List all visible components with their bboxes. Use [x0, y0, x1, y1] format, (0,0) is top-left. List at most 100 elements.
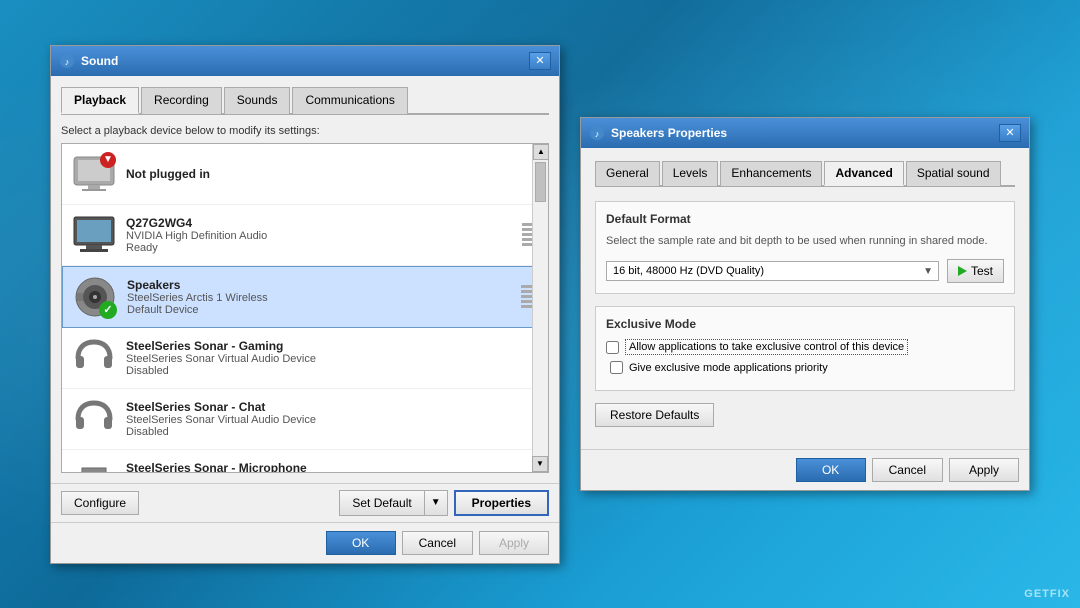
sound-apply-button[interactable]: Apply: [479, 531, 549, 555]
props-ok-button[interactable]: OK: [796, 458, 866, 482]
device-icon-speakers: ✓: [71, 273, 119, 321]
device-icon-sonar-mic: ▼: [70, 456, 118, 473]
device-info-sonar-gaming: SteelSeries Sonar - Gaming SteelSeries S…: [126, 339, 540, 377]
sound-cancel-button[interactable]: Cancel: [402, 531, 473, 555]
scrollbar-track[interactable]: ▲ ▼: [532, 144, 548, 472]
configure-button[interactable]: Configure: [61, 491, 139, 515]
device-info-sonar-chat: SteelSeries Sonar - Chat SteelSeries Son…: [126, 400, 540, 438]
props-tab-spatial[interactable]: Spatial sound: [906, 161, 1001, 186]
device-sonar-mic[interactable]: ▼ SteelSeries Sonar - Microphone SteelSe…: [62, 450, 548, 473]
close-button[interactable]: ✕: [529, 52, 551, 70]
sound-tab-bar: Playback Recording Sounds Communications: [61, 86, 549, 115]
device-status-sonar-gaming: Disabled: [126, 365, 540, 377]
badge-not-plugged: ▼: [100, 152, 116, 168]
device-status-speakers: Default Device: [127, 304, 521, 316]
set-default-arrow[interactable]: ▼: [424, 490, 448, 516]
exclusive-mode-section: Exclusive Mode Allow applications to tak…: [595, 306, 1015, 391]
test-btn-label: Test: [971, 264, 993, 278]
tab-sounds[interactable]: Sounds: [224, 87, 291, 114]
properties-button[interactable]: Properties: [454, 490, 549, 516]
exclusive-mode-label: Exclusive Mode: [606, 317, 1004, 331]
device-info-not-plugged: Not plugged in: [126, 167, 540, 181]
device-icon-q27: [70, 211, 118, 259]
default-format-section: Default Format Select the sample rate an…: [595, 201, 1015, 294]
test-button[interactable]: Test: [947, 259, 1004, 283]
device-list-label: Select a playback device below to modify…: [61, 125, 549, 137]
device-name-not-plugged: Not plugged in: [126, 167, 540, 181]
device-speakers[interactable]: ✓ Speakers SteelSeries Arctis 1 Wireless…: [62, 266, 548, 328]
device-detail-sonar-chat: SteelSeries Sonar Virtual Audio Device: [126, 414, 540, 426]
props-title-icon: ♪: [589, 125, 605, 141]
sound-dialog-content: Playback Recording Sounds Communications…: [51, 76, 559, 483]
props-title-text: Speakers Properties: [611, 126, 727, 140]
device-list-container[interactable]: ▼ Not plugged in Q27G2WG4: [61, 143, 549, 473]
allow-exclusive-row: Allow applications to take exclusive con…: [606, 339, 1004, 355]
sound-dialog-buttons: OK Cancel Apply: [51, 522, 559, 563]
allow-exclusive-label: Allow applications to take exclusive con…: [625, 339, 908, 355]
props-tab-advanced[interactable]: Advanced: [824, 161, 903, 186]
give-priority-label: Give exclusive mode applications priorit…: [629, 362, 828, 374]
device-info-sonar-mic: SteelSeries Sonar - Microphone SteelSeri…: [126, 461, 540, 473]
device-name-q27: Q27G2WG4: [126, 216, 522, 230]
device-status-q27: Ready: [126, 242, 522, 254]
scrollbar-thumb[interactable]: [535, 162, 546, 202]
props-dialog: ♪ Speakers Properties ✕ General Levels E…: [580, 117, 1030, 491]
props-cancel-button[interactable]: Cancel: [872, 458, 943, 482]
sound-dialog: ♪ Sound ✕ Playback Recording Sounds Comm…: [50, 45, 560, 564]
device-not-plugged[interactable]: ▼ Not plugged in: [62, 144, 548, 205]
watermark: GETFIX: [1024, 588, 1070, 600]
device-q27[interactable]: Q27G2WG4 NVIDIA High Definition Audio Re…: [62, 205, 548, 266]
svg-text:♪: ♪: [595, 129, 600, 139]
device-sonar-gaming[interactable]: SteelSeries Sonar - Gaming SteelSeries S…: [62, 328, 548, 389]
device-status-sonar-chat: Disabled: [126, 426, 540, 438]
device-sonar-chat[interactable]: SteelSeries Sonar - Chat SteelSeries Son…: [62, 389, 548, 450]
svg-text:♪: ♪: [65, 57, 70, 67]
tab-recording[interactable]: Recording: [141, 87, 222, 114]
restore-defaults-row: Restore Defaults: [595, 403, 1015, 427]
device-name-sonar-chat: SteelSeries Sonar - Chat: [126, 400, 540, 414]
device-name-sonar-gaming: SteelSeries Sonar - Gaming: [126, 339, 540, 353]
device-name-speakers: Speakers: [127, 278, 521, 292]
props-title-controls: ✕: [999, 124, 1021, 142]
props-dialog-content: General Levels Enhancements Advanced Spa…: [581, 148, 1029, 449]
title-controls: ✕: [529, 52, 551, 70]
play-icon: [958, 266, 967, 276]
format-select[interactable]: 16 bit, 44100 Hz (CD Quality) 16 bit, 48…: [606, 261, 939, 281]
sound-title-bar: ♪ Sound ✕: [51, 46, 559, 76]
device-icon-sonar-chat: [70, 395, 118, 443]
sound-title-icon: ♪: [59, 53, 75, 69]
props-close-button[interactable]: ✕: [999, 124, 1021, 142]
allow-exclusive-checkbox[interactable]: [606, 341, 619, 354]
props-apply-button[interactable]: Apply: [949, 458, 1019, 482]
right-buttons: Set Default ▼ Properties: [339, 490, 549, 516]
restore-defaults-button[interactable]: Restore Defaults: [595, 403, 714, 427]
give-priority-row: Give exclusive mode applications priorit…: [606, 361, 1004, 374]
set-default-button[interactable]: Set Default: [339, 490, 423, 516]
device-detail-sonar-gaming: SteelSeries Sonar Virtual Audio Device: [126, 353, 540, 365]
props-tab-enhancements[interactable]: Enhancements: [720, 161, 822, 186]
format-select-wrapper: 16 bit, 44100 Hz (CD Quality) 16 bit, 48…: [606, 261, 939, 281]
device-icon-sonar-gaming: [70, 334, 118, 382]
device-detail-q27: NVIDIA High Definition Audio: [126, 230, 522, 242]
device-info-q27: Q27G2WG4 NVIDIA High Definition Audio Re…: [126, 216, 522, 254]
tab-playback[interactable]: Playback: [61, 87, 139, 114]
badge-speakers-green: ✓: [99, 301, 117, 319]
tab-communications[interactable]: Communications: [292, 87, 407, 114]
default-format-desc: Select the sample rate and bit depth to …: [606, 234, 1004, 249]
sound-title-text: Sound: [81, 54, 118, 68]
props-tab-levels[interactable]: Levels: [662, 161, 719, 186]
format-row: 16 bit, 44100 Hz (CD Quality) 16 bit, 48…: [606, 259, 1004, 283]
props-title-bar: ♪ Speakers Properties ✕: [581, 118, 1029, 148]
device-name-sonar-mic: SteelSeries Sonar - Microphone: [126, 461, 540, 473]
scrollbar-up-btn[interactable]: ▲: [533, 144, 549, 160]
sound-ok-button[interactable]: OK: [326, 531, 396, 555]
device-info-speakers: Speakers SteelSeries Arctis 1 Wireless D…: [127, 278, 521, 316]
sound-action-row: Configure Set Default ▼ Properties: [51, 483, 559, 522]
set-default-group: Set Default ▼: [339, 490, 447, 516]
props-tab-general[interactable]: General: [595, 161, 660, 186]
props-dialog-buttons: OK Cancel Apply: [581, 449, 1029, 490]
device-detail-speakers: SteelSeries Arctis 1 Wireless: [127, 292, 521, 304]
scrollbar-down-btn[interactable]: ▼: [532, 456, 548, 472]
give-priority-checkbox[interactable]: [610, 361, 623, 374]
props-tab-bar: General Levels Enhancements Advanced Spa…: [595, 160, 1015, 187]
